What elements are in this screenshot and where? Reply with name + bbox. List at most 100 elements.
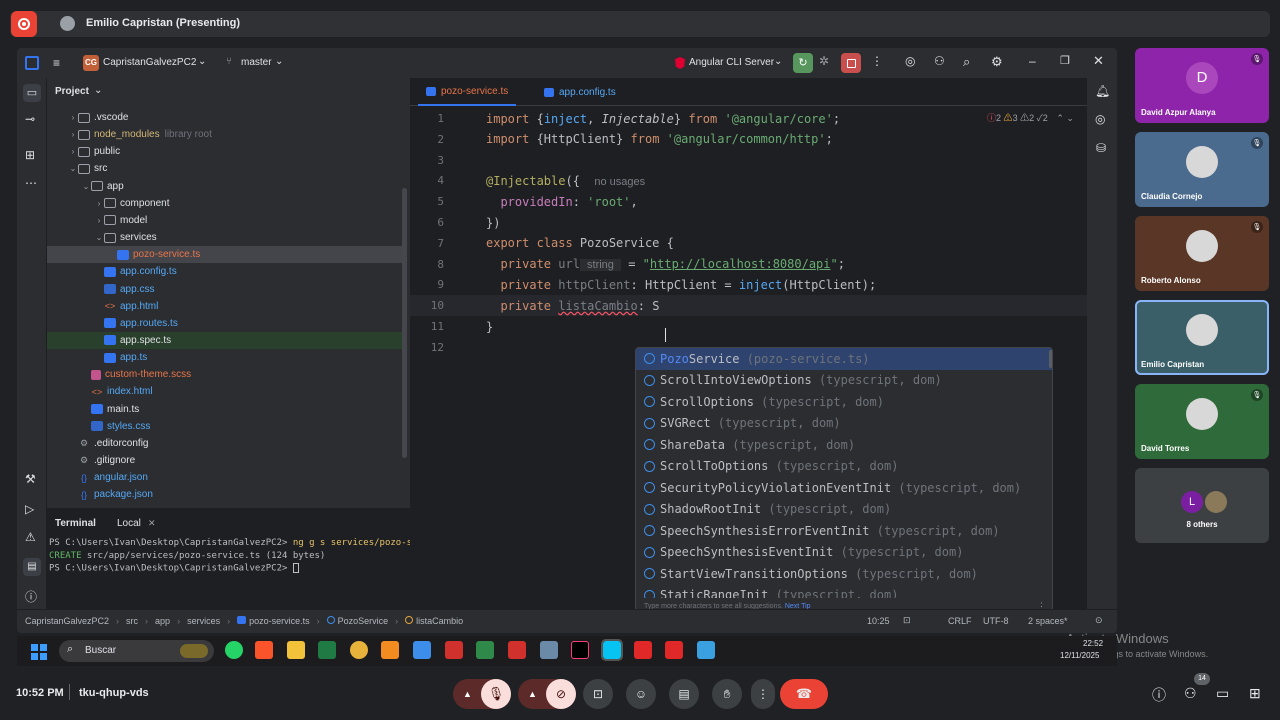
raise-hand-button[interactable]: ✋︎	[712, 679, 742, 709]
terminal-tool-icon[interactable]: ▤	[23, 558, 41, 576]
activities-icon[interactable]: ⊞	[1249, 685, 1261, 702]
close-tab-icon[interactable]: ✕	[148, 518, 156, 529]
participant-tile[interactable]: D David Azpur Alanya 🎙︎	[1135, 48, 1269, 123]
tree-folder[interactable]: › public	[47, 143, 402, 160]
project-tool-icon[interactable]: ▭	[23, 84, 41, 102]
people-icon[interactable]: ⚇	[1184, 685, 1197, 702]
suggestion-item[interactable]: SpeechSynthesisErrorEventInit (typescrip…	[636, 520, 1052, 542]
tree-file[interactable]: {} angular.json	[47, 469, 402, 486]
jetbrains-icon[interactable]	[571, 641, 589, 659]
tree-scrollbar[interactable]	[402, 188, 407, 458]
taskbar-search[interactable]: ⌕ Buscar	[59, 640, 214, 662]
tree-file[interactable]: ⚙ .editorconfig	[47, 435, 402, 452]
breadcrumb-item[interactable]: CapristanGalvezPC2	[25, 616, 109, 626]
tree-file[interactable]: app.spec.ts	[47, 331, 402, 349]
suggestion-item[interactable]: SVGRect (typescript, dom)	[636, 413, 1052, 435]
suggestion-item[interactable]: StartViewTransitionOptions (typescript, …	[636, 563, 1052, 585]
clock-time[interactable]: 22:52	[1083, 639, 1103, 648]
run-tool-icon[interactable]: ▷	[25, 502, 34, 516]
p6-icon[interactable]	[445, 641, 463, 659]
mic-off-button[interactable]: 🎙︎	[481, 679, 511, 709]
tree-file[interactable]: styles.css	[47, 418, 402, 435]
suggestion-item[interactable]: SpeechSynthesisEventInit (typescript, do…	[636, 542, 1052, 564]
cursor-position[interactable]: 10:25	[867, 616, 890, 626]
file-encoding[interactable]: UTF-8	[983, 616, 1009, 626]
commit-tool-icon[interactable]: ⊸	[25, 112, 35, 126]
indent-settings[interactable]: 2 spaces*	[1028, 616, 1068, 626]
breadcrumb-item[interactable]: services	[187, 616, 220, 626]
captions-button[interactable]: ▤	[669, 679, 699, 709]
suggestion-item[interactable]: ScrollToOptions (typescript, dom)	[636, 456, 1052, 478]
webstorm-icon[interactable]	[601, 639, 623, 661]
camera-control[interactable]: ▲ ⊘	[518, 679, 576, 709]
project-panel-title[interactable]: Project	[55, 86, 89, 97]
file-explorer-icon[interactable]	[287, 641, 305, 659]
participant-tile[interactable]: Claudia Cornejo 🎙︎	[1135, 132, 1269, 207]
tree-file[interactable]: pozo-service.ts	[47, 246, 402, 264]
notifications-icon[interactable]: 🔔︎	[1095, 84, 1110, 98]
chevron-up-icon[interactable]: ▲	[528, 689, 537, 699]
more-tools-icon[interactable]: ⋯	[25, 176, 37, 190]
structure-tool-icon[interactable]: ⊞	[25, 148, 35, 162]
lock-icon[interactable]: ⊙	[1095, 615, 1103, 626]
tree-file[interactable]: {} package.json	[47, 486, 402, 503]
gear-icon[interactable]: ⚙	[991, 54, 1003, 70]
breadcrumb-item[interactable]: app	[155, 616, 170, 626]
chrome-icon[interactable]	[350, 641, 368, 659]
suggestion-item[interactable]: StaticRangeInit (typescript, dom)	[636, 585, 1052, 598]
code-area[interactable]: 1 import {inject, Injectable} from '@angu…	[410, 108, 1117, 368]
tree-file[interactable]: app.css	[47, 281, 402, 298]
p6-icon[interactable]	[508, 641, 526, 659]
emoji-button[interactable]: ☺	[626, 679, 656, 709]
tree-file[interactable]: <> index.html	[47, 383, 402, 400]
suggestion-item[interactable]: Pozo Service (pozo-service.ts)	[636, 348, 1052, 370]
tree-folder[interactable]: › node_modules library root	[47, 126, 402, 143]
acrobat-icon[interactable]	[665, 641, 683, 659]
suggestion-item[interactable]: ShadowRootInit (typescript, dom)	[636, 499, 1052, 521]
problems-tool-icon[interactable]: ⚠	[25, 530, 36, 544]
tree-folder[interactable]: ⌄ app	[47, 178, 402, 195]
tree-file[interactable]: <> app.html	[47, 298, 402, 315]
chevron-up-icon[interactable]: ▲	[463, 689, 472, 699]
notepad-icon[interactable]	[697, 641, 715, 659]
database-icon[interactable]: ⛁	[1096, 141, 1106, 155]
restore-icon[interactable]: ❐	[1060, 54, 1070, 67]
more-options-button[interactable]: ⋮	[751, 679, 775, 709]
tree-folder[interactable]: › .vscode	[47, 109, 402, 126]
editor-tab[interactable]: app.config.ts	[536, 78, 624, 106]
project-switcher[interactable]: CapristanGalvezPC2	[103, 57, 196, 68]
debug-icon[interactable]: ✲	[819, 54, 829, 68]
rerun-button[interactable]: ↻	[793, 53, 813, 73]
stop-button[interactable]	[841, 53, 861, 73]
problems-icon[interactable]: ⓘ	[25, 588, 37, 605]
mic-control[interactable]: ▲ 🎙︎	[453, 679, 511, 709]
breadcrumb-item[interactable]: src	[126, 616, 138, 626]
tree-file[interactable]: custom-theme.scss	[47, 366, 402, 383]
build-tool-icon[interactable]: ⚒	[25, 472, 36, 486]
database-icon[interactable]	[540, 641, 558, 659]
tree-file[interactable]: app.routes.ts	[47, 315, 402, 332]
suggestion-item[interactable]: ShareData (typescript, dom)	[636, 434, 1052, 456]
close-icon[interactable]: ✕	[1093, 53, 1104, 69]
acrobat-icon[interactable]	[634, 641, 652, 659]
run-config-selector[interactable]: Angular CLI Server	[689, 57, 774, 68]
editor-tab[interactable]: pozo-service.ts	[418, 78, 517, 106]
suggestion-item[interactable]: ScrollIntoViewOptions (typescript, dom)	[636, 370, 1052, 392]
sublime-icon[interactable]	[381, 641, 399, 659]
tree-file[interactable]: app.config.ts	[47, 263, 402, 280]
breadcrumb-item[interactable]: listaCambio	[416, 616, 463, 626]
search-icon[interactable]: ⌕	[963, 54, 970, 70]
lock-icon[interactable]: ⊡	[903, 615, 911, 626]
participant-tile[interactable]: Roberto Alonso 🎙︎	[1135, 216, 1269, 291]
code-editor[interactable]: pozo-service.tsapp.config.ts ⋮ ⓘ2 ⚠3 ⚠2 …	[410, 78, 1117, 616]
participant-tile[interactable]: L 8 others	[1135, 468, 1269, 543]
excel-icon[interactable]	[318, 641, 336, 659]
tree-folder[interactable]: › component	[47, 195, 402, 212]
camera-off-button[interactable]: ⊘	[546, 679, 576, 709]
tree-file[interactable]: ⚙ .gitignore	[47, 452, 402, 469]
project-icon[interactable]	[476, 641, 494, 659]
tree-folder[interactable]: ⌄ src	[47, 160, 402, 177]
suggestion-item[interactable]: ScrollOptions (typescript, dom)	[636, 391, 1052, 413]
chat-icon[interactable]: ▭	[1216, 685, 1229, 702]
clock-date[interactable]: 12/11/2025	[1060, 651, 1099, 660]
